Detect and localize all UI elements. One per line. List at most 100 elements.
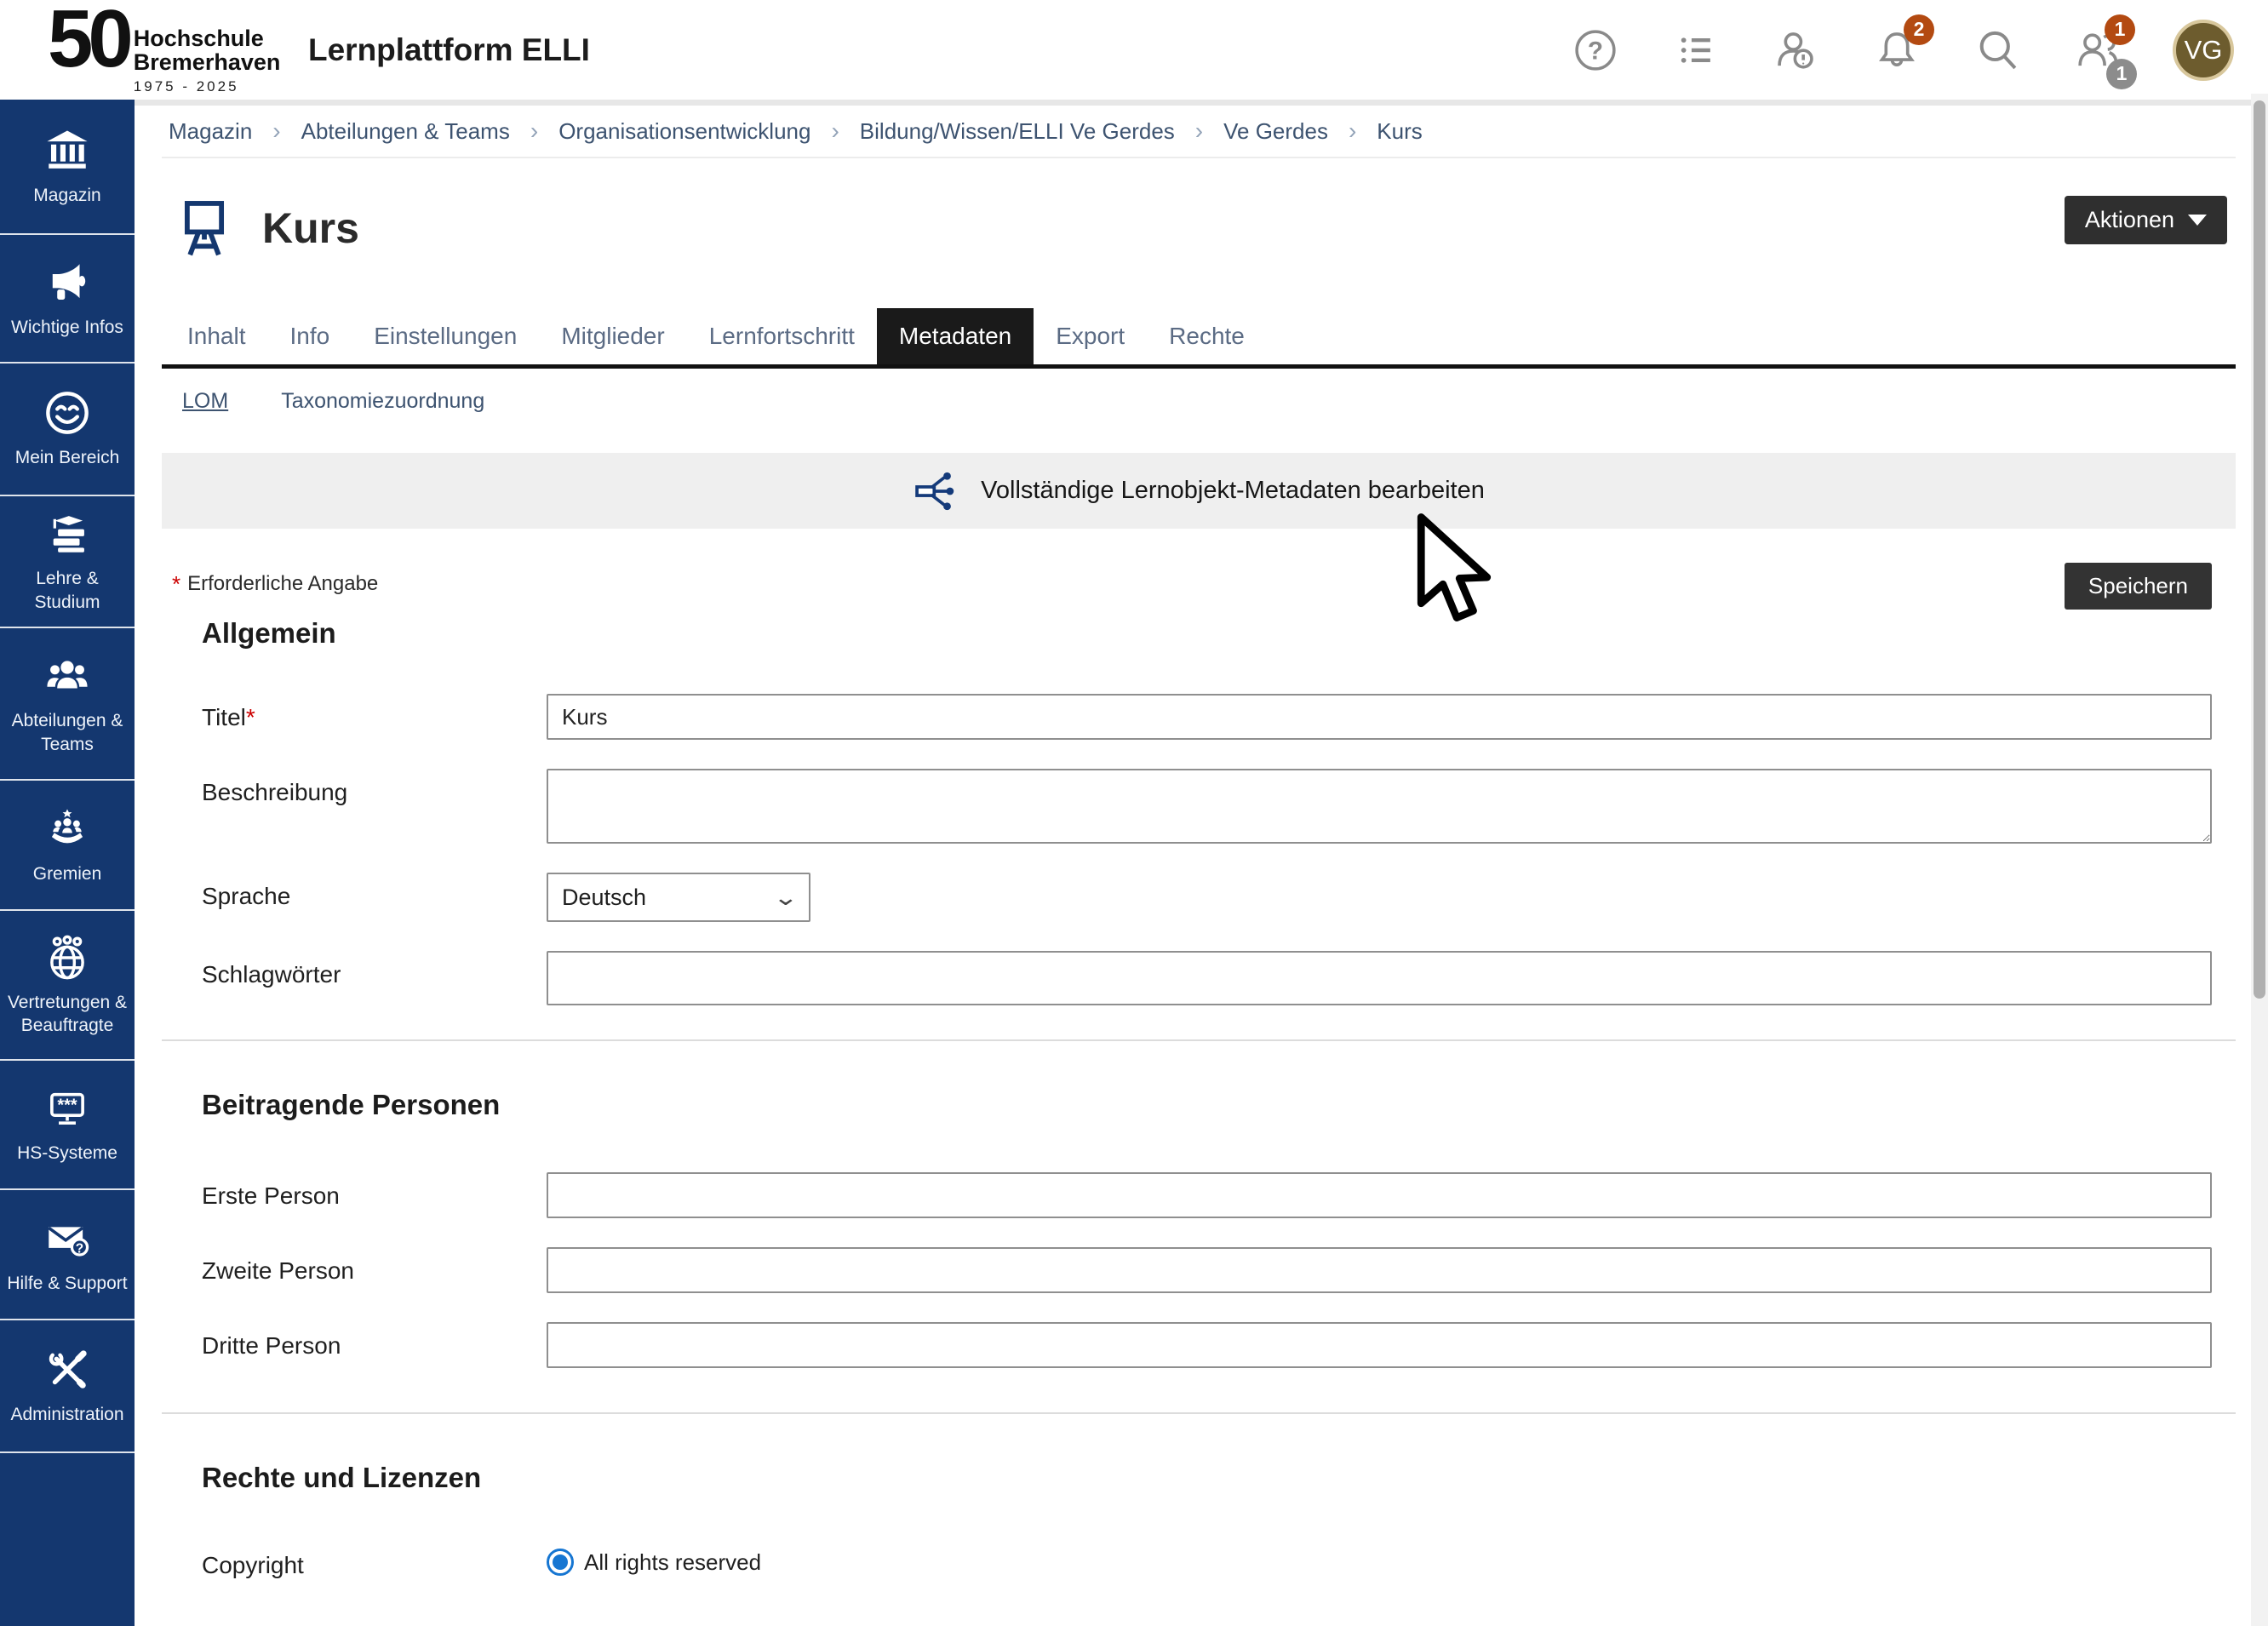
chevron-down-icon bbox=[2188, 215, 2207, 226]
actions-button-label: Aktionen bbox=[2085, 207, 2174, 233]
breadcrumb-item[interactable]: Abteilungen & Teams bbox=[301, 118, 510, 145]
copyright-label: Copyright bbox=[202, 1542, 547, 1579]
zweite-person-input[interactable] bbox=[547, 1247, 2212, 1293]
sidebar-item-label: Magazin bbox=[33, 184, 100, 207]
sidebar-item-abteilungen-teams[interactable]: Abteilungen & Teams bbox=[0, 628, 135, 781]
user-status-button[interactable] bbox=[1771, 25, 1822, 76]
tab-metadaten[interactable]: Metadaten bbox=[877, 308, 1034, 364]
page-title: Kurs bbox=[262, 203, 359, 253]
tab-inhalt[interactable]: Inhalt bbox=[165, 308, 268, 364]
sprache-select[interactable]: Deutsch ⌄ bbox=[547, 873, 810, 922]
sidebar-item-mein-bereich[interactable]: Mein Bereich bbox=[0, 364, 135, 496]
section-title-beitragende: Beitragende Personen bbox=[202, 1089, 2236, 1121]
user-alert-icon bbox=[1772, 26, 1821, 75]
sprache-selected-value: Deutsch bbox=[562, 885, 646, 911]
titel-input[interactable] bbox=[547, 694, 2212, 740]
contacts-badge-online: 1 bbox=[2106, 59, 2137, 89]
edit-full-metadata-label: Vollständige Lernobjekt-Metadaten bearbe… bbox=[981, 477, 1485, 505]
logo-50-text: 50 bbox=[48, 4, 129, 75]
tab-info[interactable]: Info bbox=[268, 308, 352, 364]
erste-person-input[interactable] bbox=[547, 1172, 2212, 1218]
breadcrumb-item[interactable]: Organisationsentwicklung bbox=[558, 118, 810, 145]
breadcrumb-separator: › bbox=[530, 117, 538, 145]
megaphone-icon bbox=[43, 258, 92, 307]
sidebar-item-label: Gremien bbox=[33, 862, 102, 885]
search-button[interactable] bbox=[1972, 25, 2023, 76]
sidebar-item-hilfe-support[interactable]: ? Hilfe & Support bbox=[0, 1190, 135, 1320]
subtab-lom[interactable]: LOM bbox=[182, 389, 228, 414]
save-button[interactable]: Speichern bbox=[2065, 563, 2212, 610]
svg-text:?: ? bbox=[1588, 37, 1603, 65]
list-icon bbox=[1673, 27, 1719, 73]
section-title-allgemein: Allgemein bbox=[202, 617, 2236, 650]
sidebar-item-gremien[interactable]: Gremien bbox=[0, 781, 135, 911]
subtab-taxonomiezuordnung[interactable]: Taxonomiezuordnung bbox=[281, 389, 484, 414]
subtab-bar: LOM Taxonomiezuordnung bbox=[162, 389, 2236, 414]
sidebar-item-label: Wichtige Infos bbox=[11, 316, 123, 339]
notifications-button[interactable]: 2 bbox=[1871, 25, 1922, 76]
breadcrumb-separator: › bbox=[1195, 117, 1203, 145]
titel-required-star: * bbox=[246, 704, 255, 730]
logo-anniversary: 1975 - 2025 bbox=[134, 78, 281, 95]
tab-export[interactable]: Export bbox=[1034, 308, 1147, 364]
required-asterisk: * bbox=[172, 571, 180, 598]
zweite-person-label: Zweite Person bbox=[202, 1247, 547, 1285]
breadcrumb-item[interactable]: Ve Gerdes bbox=[1223, 118, 1328, 145]
help-button[interactable]: ? bbox=[1570, 25, 1621, 76]
sidebar-item-wichtige-infos[interactable]: Wichtige Infos bbox=[0, 235, 135, 364]
app-title: Lernplattform ELLI bbox=[308, 32, 590, 68]
books-icon bbox=[43, 509, 92, 558]
people-icon bbox=[43, 651, 92, 701]
contacts-button[interactable]: 1 1 bbox=[2072, 25, 2123, 76]
scrollbar-thumb[interactable] bbox=[2254, 100, 2265, 999]
copyright-option-label: All rights reserved bbox=[584, 1549, 761, 1576]
sidebar-item-vertretungen[interactable]: Vertretungen & Beauftragte bbox=[0, 911, 135, 1061]
fork-icon bbox=[913, 468, 959, 514]
schlagwoerter-input[interactable] bbox=[547, 951, 2212, 1005]
actions-button[interactable]: Aktionen bbox=[2065, 196, 2227, 244]
dritte-person-label: Dritte Person bbox=[202, 1322, 547, 1360]
sidebar-item-hs-systeme[interactable]: *** HS-Systeme bbox=[0, 1061, 135, 1190]
sidebar-item-magazin[interactable]: Magazin bbox=[0, 100, 135, 235]
list-button[interactable] bbox=[1670, 25, 1721, 76]
header-separator bbox=[135, 100, 2251, 106]
chevron-down-icon: ⌄ bbox=[773, 885, 799, 911]
beschreibung-textarea[interactable] bbox=[547, 769, 2212, 844]
university-logo[interactable]: 50 Hochschule Bremerhaven 1975 - 2025 bbox=[48, 4, 280, 96]
bank-icon bbox=[43, 126, 92, 175]
tab-lernfortschritt[interactable]: Lernfortschritt bbox=[687, 308, 877, 364]
mail-question-icon: ? bbox=[43, 1214, 92, 1263]
sidebar-item-administration[interactable]: Administration bbox=[0, 1320, 135, 1453]
sprache-label: Sprache bbox=[202, 873, 547, 910]
main-sidebar: Magazin Wichtige Infos Mein Bereich Lehr… bbox=[0, 100, 135, 1626]
sidebar-item-label: Abteilungen & Teams bbox=[2, 709, 133, 756]
breadcrumb-item[interactable]: Magazin bbox=[169, 118, 252, 145]
section-divider bbox=[162, 1039, 2236, 1041]
schlagwoerter-label: Schlagwörter bbox=[202, 951, 547, 988]
dritte-person-input[interactable] bbox=[547, 1322, 2212, 1368]
main-content: Magazin › Abteilungen & Teams › Organisa… bbox=[135, 100, 2251, 1626]
globe-people-icon bbox=[43, 933, 92, 982]
section-title-rechte: Rechte und Lizenzen bbox=[202, 1462, 2236, 1494]
breadcrumb-item[interactable]: Bildung/Wissen/ELLI Ve Gerdes bbox=[860, 118, 1175, 145]
scrollbar-track[interactable] bbox=[2251, 94, 2268, 1626]
tab-mitglieder[interactable]: Mitglieder bbox=[539, 308, 686, 364]
svg-text:?: ? bbox=[76, 1241, 83, 1256]
breadcrumb-item[interactable]: Kurs bbox=[1377, 118, 1422, 145]
avatar[interactable]: VG bbox=[2173, 20, 2234, 81]
tab-einstellungen[interactable]: Einstellungen bbox=[352, 308, 539, 364]
radio-dot bbox=[553, 1554, 568, 1570]
edit-full-metadata-button[interactable]: Vollständige Lernobjekt-Metadaten bearbe… bbox=[162, 453, 2236, 529]
sidebar-item-label: Mein Bereich bbox=[15, 446, 120, 469]
gremien-icon bbox=[43, 804, 92, 854]
tools-icon bbox=[43, 1345, 92, 1394]
sidebar-item-label: Administration bbox=[10, 1403, 123, 1426]
tab-rechte[interactable]: Rechte bbox=[1147, 308, 1267, 364]
sidebar-item-lehre-studium[interactable]: Lehre & Studium bbox=[0, 496, 135, 628]
breadcrumb-separator: › bbox=[272, 117, 280, 145]
logo-name-line2: Bremerhaven bbox=[134, 50, 281, 74]
tab-bar: Inhalt Info Einstellungen Mitglieder Ler… bbox=[162, 308, 2236, 369]
top-header: 50 Hochschule Bremerhaven 1975 - 2025 Le… bbox=[0, 0, 2268, 100]
contacts-badge-new: 1 bbox=[2105, 14, 2135, 45]
copyright-radio[interactable] bbox=[547, 1549, 574, 1576]
